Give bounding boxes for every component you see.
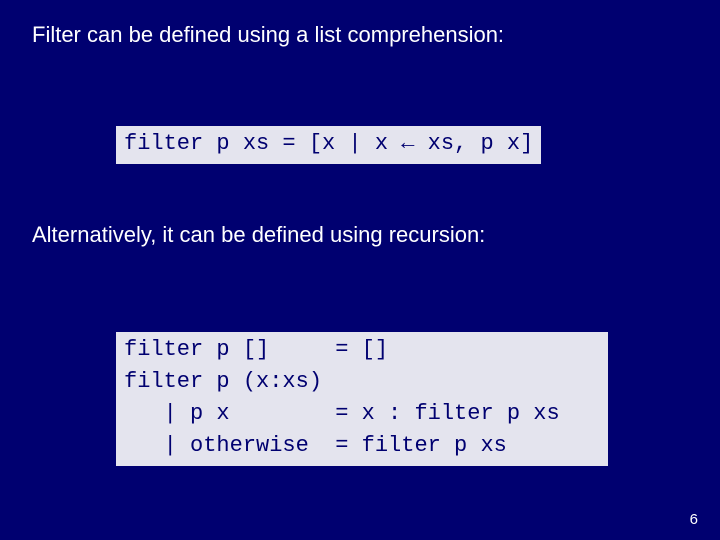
- code-filter-recursion: filter p [] = [] filter p (x:xs) | p x =…: [116, 332, 608, 466]
- heading-list-comprehension: Filter can be defined using a list compr…: [32, 20, 504, 50]
- page-number: 6: [690, 511, 698, 528]
- heading-recursion: Alternatively, it can be defined using r…: [32, 220, 485, 250]
- code-filter-comprehension: filter p xs = [x | x ← xs, p x]: [116, 126, 541, 164]
